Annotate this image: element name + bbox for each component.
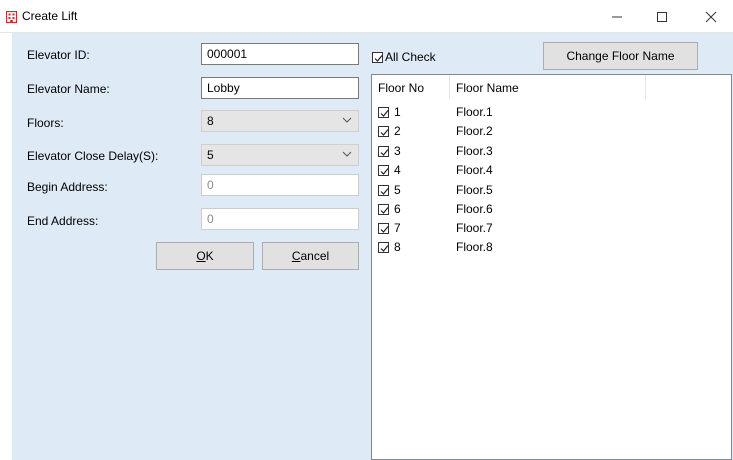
- floor-list[interactable]: Floor No Floor Name 1 Floor.1 2 Floor.2 3 Flo…: [371, 74, 732, 460]
- table-row[interactable]: 3 Floor.3: [372, 142, 731, 161]
- close-icon: [705, 11, 716, 22]
- floor-name-cell: Floor.1: [456, 105, 493, 119]
- maximize-button[interactable]: [639, 0, 684, 33]
- floor-name-cell: Floor.8: [456, 240, 493, 254]
- column-header-floor-name[interactable]: Floor Name: [450, 75, 646, 99]
- checkmark-icon: [380, 226, 389, 233]
- begin-address-field[interactable]: 0: [201, 174, 359, 196]
- all-check-box: [372, 51, 383, 63]
- ok-label-rest: K: [205, 249, 214, 263]
- floor-name-cell: Floor.2: [456, 124, 493, 138]
- close-delay-label: Elevator Close Delay(S):: [27, 149, 159, 163]
- floor-no-cell: 3: [394, 144, 401, 158]
- row-checkbox[interactable]: [378, 146, 389, 157]
- checkmark-icon: [380, 129, 389, 136]
- building-icon: [6, 11, 17, 23]
- ok-button[interactable]: OK: [156, 242, 254, 270]
- floor-name-cell: Floor.5: [456, 183, 493, 197]
- row-checkbox[interactable]: [378, 126, 389, 137]
- all-check-checkbox[interactable]: All Check: [372, 50, 436, 64]
- checkmark-icon: [380, 168, 389, 175]
- floor-no-cell: 2: [394, 124, 401, 138]
- checkmark-icon: [374, 54, 383, 62]
- floor-no-cell: 4: [394, 163, 401, 177]
- floors-label: Floors:: [27, 116, 64, 130]
- close-button[interactable]: [688, 0, 733, 33]
- checkmark-icon: [380, 245, 389, 252]
- cancel-mnemonic: C: [291, 249, 301, 263]
- table-row[interactable]: 1 Floor.1: [372, 103, 731, 122]
- maximize-icon: [656, 11, 667, 22]
- column-header-floor-no[interactable]: Floor No: [372, 75, 450, 99]
- row-checkbox[interactable]: [378, 204, 389, 215]
- table-row[interactable]: 2 Floor.2: [372, 122, 731, 141]
- floor-no-cell: 7: [394, 221, 401, 235]
- chevron-down-icon: [342, 117, 352, 123]
- close-delay-select[interactable]: 5: [201, 144, 359, 166]
- title-bar: Create Lift: [0, 0, 733, 33]
- checkmark-icon: [380, 188, 389, 195]
- row-checkbox[interactable]: [378, 107, 389, 118]
- cancel-label-rest: ancel: [300, 249, 330, 263]
- cancel-button[interactable]: Cancel: [262, 242, 359, 270]
- floor-no-cell: 8: [394, 240, 401, 254]
- change-floor-name-button[interactable]: Change Floor Name: [543, 42, 698, 70]
- floor-name-cell: Floor.7: [456, 221, 493, 235]
- floor-no-cell: 5: [394, 183, 401, 197]
- window-title: Create Lift: [22, 9, 78, 23]
- table-row[interactable]: 8 Floor.8: [372, 238, 731, 257]
- minimize-icon: [611, 16, 622, 17]
- table-row[interactable]: 5 Floor.5: [372, 181, 731, 200]
- table-row[interactable]: 4 Floor.4: [372, 161, 731, 180]
- checkmark-icon: [380, 207, 389, 214]
- minimize-button[interactable]: [594, 0, 639, 33]
- elevator-id-field[interactable]: 000001: [201, 43, 359, 65]
- end-address-field[interactable]: 0: [201, 208, 359, 230]
- row-checkbox[interactable]: [378, 242, 389, 253]
- floor-list-header: Floor No Floor Name: [372, 75, 731, 99]
- elevator-name-field[interactable]: Lobby: [201, 77, 359, 99]
- row-checkbox[interactable]: [378, 165, 389, 176]
- all-check-label: All Check: [385, 50, 436, 64]
- chevron-down-icon: [342, 151, 352, 157]
- table-row[interactable]: 7 Floor.7: [372, 219, 731, 238]
- begin-address-label: Begin Address:: [27, 180, 108, 194]
- floor-no-cell: 1: [394, 105, 401, 119]
- floors-select-value: 8: [207, 114, 214, 128]
- row-checkbox[interactable]: [378, 185, 389, 196]
- checkmark-icon: [380, 110, 389, 117]
- floor-name-cell: Floor.3: [456, 144, 493, 158]
- ok-mnemonic: O: [196, 249, 206, 263]
- floor-name-cell: Floor.6: [456, 202, 493, 216]
- table-row[interactable]: 6 Floor.6: [372, 200, 731, 219]
- row-checkbox[interactable]: [378, 223, 389, 234]
- elevator-name-label: Elevator Name:: [27, 82, 110, 96]
- floor-no-cell: 6: [394, 202, 401, 216]
- close-delay-select-value: 5: [207, 148, 214, 162]
- end-address-label: End Address:: [27, 214, 99, 228]
- floor-name-cell: Floor.4: [456, 163, 493, 177]
- elevator-id-label: Elevator ID:: [27, 48, 90, 62]
- checkmark-icon: [380, 149, 389, 156]
- floors-select[interactable]: 8: [201, 110, 359, 132]
